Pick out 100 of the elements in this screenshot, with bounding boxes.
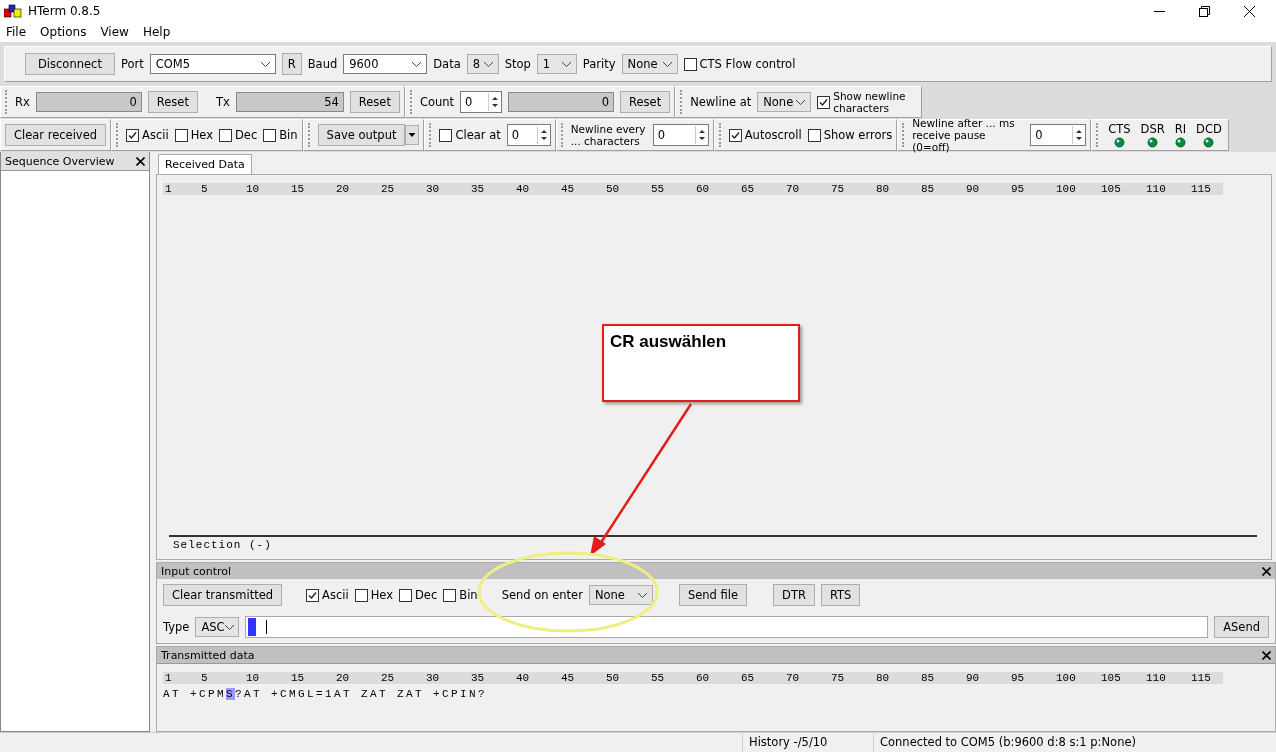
caret-icon xyxy=(260,61,270,67)
checkbox[interactable] xyxy=(263,128,277,142)
checkbox[interactable] xyxy=(354,588,368,602)
newline-after-spinbox[interactable]: 0 xyxy=(1030,124,1087,146)
checkbox[interactable] xyxy=(817,95,831,109)
caret-icon xyxy=(412,61,422,67)
status-led-icon xyxy=(1147,137,1159,148)
checkbox-label: Bin xyxy=(279,128,298,142)
status-led-icon xyxy=(1174,137,1186,148)
clear-received-button[interactable]: Clear received xyxy=(5,124,107,146)
checkbox[interactable] xyxy=(439,128,453,142)
selection-status: Selection (-) xyxy=(173,539,272,551)
tab[interactable]: Received Data xyxy=(158,154,252,174)
status-led-icon xyxy=(1113,137,1125,148)
checkbox-label: CTS Flow control xyxy=(699,57,796,71)
checkbox[interactable] xyxy=(174,128,188,142)
menu-item[interactable]: File xyxy=(6,25,27,39)
send-on-enter-dropdown[interactable]: None xyxy=(588,585,653,605)
checkbox[interactable] xyxy=(399,588,412,602)
baud-dropdown[interactable]: 9600 xyxy=(343,54,428,74)
menu-item[interactable]: View xyxy=(100,25,129,39)
checkbox-label: Dec xyxy=(415,588,438,602)
panel-title: Sequence Overview xyxy=(5,154,115,168)
rx-counter: 0 xyxy=(35,92,142,112)
caret-icon xyxy=(483,61,493,67)
reset-button[interactable]: Reset xyxy=(147,91,198,113)
menu-item[interactable]: Options xyxy=(40,25,87,39)
data-bits-dropdown[interactable]: 8 xyxy=(466,54,499,74)
checkbox[interactable] xyxy=(683,57,697,71)
newline-at-dropdown[interactable]: None xyxy=(757,92,812,112)
save-output-button[interactable]: Save output xyxy=(317,124,406,146)
column-ruler: 1 5 10 15 20 25 30 35 40 45 50 55 60 65 70 75 80 85 90 95 100 105 110 115 xyxy=(163,183,1223,195)
type-dropdown[interactable]: ASC xyxy=(195,617,240,637)
checkbox[interactable] xyxy=(126,128,140,142)
parity-dropdown[interactable]: None xyxy=(621,54,678,74)
send-on-enter-label: Send on enter xyxy=(501,588,583,602)
caret-icon xyxy=(796,99,806,105)
checkbox-label: Ascii xyxy=(322,588,349,602)
disconnect-button[interactable]: Disconnect xyxy=(25,53,115,75)
spin-arrows-icon[interactable] xyxy=(536,126,550,144)
checkbox-label: Autoscroll xyxy=(744,128,802,142)
input-field[interactable] xyxy=(245,616,1209,638)
parity-label: Parity xyxy=(582,57,616,71)
signal-label: CTS xyxy=(1108,122,1131,136)
status-led-icon xyxy=(1203,137,1215,148)
close-icon[interactable] xyxy=(1262,566,1271,576)
port-label: Port xyxy=(120,57,144,71)
app-logo-icon xyxy=(4,4,22,18)
caret-icon xyxy=(224,624,234,630)
annotation-callout: CR auswählen xyxy=(602,324,800,402)
checkbox[interactable] xyxy=(218,128,232,142)
send-file-button[interactable]: Send file xyxy=(678,584,748,606)
checkbox[interactable] xyxy=(807,128,821,142)
close-icon[interactable] xyxy=(1262,650,1271,660)
checkbox-label: Show errors xyxy=(823,128,893,142)
rts-button[interactable]: RTS xyxy=(820,584,861,606)
dtr-button[interactable]: DTR xyxy=(773,584,815,606)
close-icon[interactable] xyxy=(136,156,145,166)
clear-at-spinbox[interactable]: 0 xyxy=(506,124,551,146)
caret-icon xyxy=(637,592,647,598)
signal-label: DSR xyxy=(1140,122,1165,136)
checkbox[interactable] xyxy=(306,588,320,602)
column-ruler: 1 5 10 15 20 25 30 35 40 45 50 55 60 65 70 75 80 85 90 95 100 105 110 115 xyxy=(163,672,1223,684)
baud-label: Baud xyxy=(307,57,338,71)
data-bits-label: Data xyxy=(433,57,461,71)
checkbox-label: Show newline characters xyxy=(833,90,907,114)
count-label: Count xyxy=(419,95,455,109)
caret-icon xyxy=(662,61,672,67)
reset-button[interactable]: Reset xyxy=(349,91,400,113)
rx-label: Rx xyxy=(15,95,30,109)
checkbox-label: Dec xyxy=(234,128,258,142)
port-dropdown[interactable]: COM5 xyxy=(149,54,276,74)
type-label: Type xyxy=(163,620,190,634)
count-spinbox[interactable]: 0 xyxy=(460,91,503,113)
newline-every-label: Newline every ... characters xyxy=(570,123,647,147)
tx-counter: 54 xyxy=(235,92,344,112)
spin-arrows-icon[interactable] xyxy=(694,126,708,144)
restore-icon[interactable] xyxy=(1199,5,1210,17)
refresh-button[interactable]: R xyxy=(281,53,302,75)
reset-button[interactable]: Reset xyxy=(620,91,671,113)
section-title: Input control xyxy=(161,564,232,578)
checkbox[interactable] xyxy=(728,128,742,142)
checkbox-label: Hex xyxy=(190,128,213,142)
menu-item[interactable]: Help xyxy=(142,25,171,39)
signal-label: RI xyxy=(1174,122,1187,136)
asend-button[interactable]: ASend xyxy=(1214,616,1269,638)
stop-bits-label: Stop xyxy=(504,57,531,71)
newline-every-spinbox[interactable]: 0 xyxy=(652,124,709,146)
close-icon[interactable] xyxy=(1244,5,1255,17)
checkbox-label: Bin xyxy=(459,588,478,602)
stop-bits-dropdown[interactable]: 1 xyxy=(536,54,577,74)
section-title: Transmitted data xyxy=(161,648,255,662)
clear-transmitted-button[interactable]: Clear transmitted xyxy=(163,584,283,606)
signal-label: DCD xyxy=(1196,122,1222,136)
caret-icon xyxy=(561,61,571,67)
transmitted-text: AT +CPMS?AT +CMGL=1AT ZAT ZAT +CPIN? xyxy=(163,688,489,700)
window-title: HTerm 0.8.5 xyxy=(28,4,101,18)
checkbox[interactable] xyxy=(443,588,457,602)
history-status: History -/5/10 xyxy=(742,733,873,752)
tx-label: Tx xyxy=(215,95,230,109)
